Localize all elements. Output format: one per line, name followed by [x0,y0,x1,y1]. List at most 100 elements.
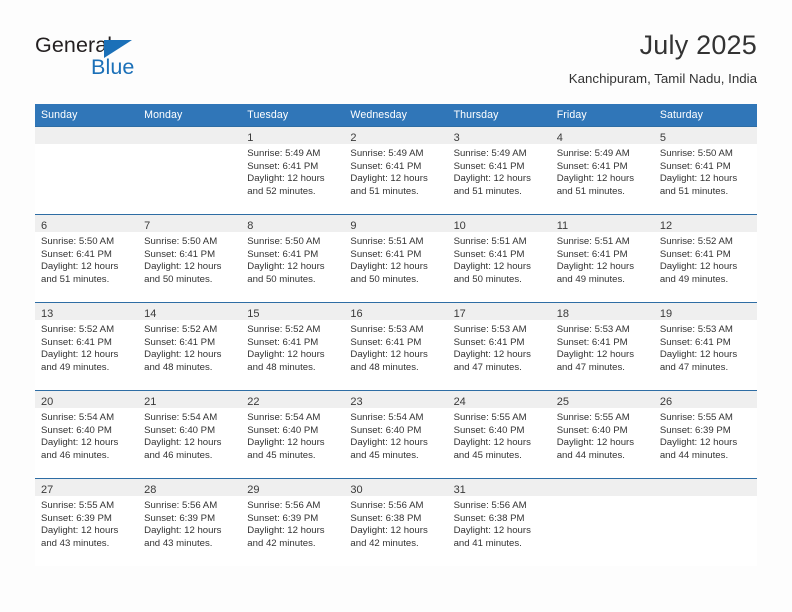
day-number-band: 25 [550,391,654,408]
day-cell-20[interactable]: 20 Sunrise: 5:54 AM Sunset: 6:40 PM Dayligh… [35,390,139,478]
sunrise-text: Sunrise: 5:49 AM [247,148,321,159]
day-number-band [35,127,139,144]
sunset-text: Sunset: 6:41 PM [144,336,216,348]
day-info [35,144,138,148]
day-number-band: 20 [35,391,139,408]
day-info: Sunrise: 5:56 AM Sunset: 6:38 PM Daylight:… [344,496,447,550]
day-cell-30[interactable]: 30 Sunrise: 5:56 AM Sunset: 6:38 PM Dayligh… [344,478,448,566]
day-cell-19[interactable]: 19 Sunrise: 5:53 AM Sunset: 6:41 PM Dayligh… [653,302,757,390]
daylight-text-line1: Daylight: 12 hours [556,437,635,449]
calendar-day-cell[interactable]: 25 Sunrise: 5:55 AM Sunset: 6:40 PM Dayligh… [550,390,654,478]
calendar-day-cell[interactable]: 7 Sunrise: 5:50 AM Sunset: 6:41 PM Daylight… [138,214,242,302]
sunrise-text: Sunrise: 5:54 AM [144,412,218,423]
calendar-day-cell[interactable]: 19 Sunrise: 5:53 AM Sunset: 6:41 PM Dayligh… [653,302,757,390]
calendar-day-cell[interactable]: 10 Sunrise: 5:51 AM Sunset: 6:41 PM Dayligh… [447,214,551,302]
sunrise-text: Sunrise: 5:55 AM [659,412,733,423]
calendar-day-cell[interactable]: 2 Sunrise: 5:49 AM Sunset: 6:41 PM Daylight… [344,126,448,214]
daylight-text-line2: and 49 minutes. [556,273,625,285]
day-info: Sunrise: 5:56 AM Sunset: 6:39 PM Daylight:… [241,496,344,550]
day-cell-13[interactable]: 13 Sunrise: 5:52 AM Sunset: 6:41 PM Dayligh… [35,302,139,390]
sunset-text: Sunset: 6:40 PM [453,424,525,436]
calendar-day-cell[interactable]: 20 Sunrise: 5:54 AM Sunset: 6:40 PM Dayligh… [35,390,139,478]
general-blue-logo[interactable]: General Blue [35,33,175,83]
day-cell-27[interactable]: 27 Sunrise: 5:55 AM Sunset: 6:39 PM Dayligh… [35,478,139,566]
day-cell-26[interactable]: 26 Sunrise: 5:55 AM Sunset: 6:39 PM Dayligh… [653,390,757,478]
calendar-day-cell[interactable]: 11 Sunrise: 5:51 AM Sunset: 6:41 PM Dayligh… [550,214,654,302]
calendar-day-cell[interactable]: 4 Sunrise: 5:49 AM Sunset: 6:41 PM Daylight… [550,126,654,214]
day-number: 9 [350,220,357,232]
calendar-day-cell[interactable]: 5 Sunrise: 5:50 AM Sunset: 6:41 PM Daylight… [653,126,757,214]
day-cell-31[interactable]: 31 Sunrise: 5:56 AM Sunset: 6:38 PM Dayligh… [447,478,551,566]
day-number: 16 [350,308,363,320]
daylight-text-line1: Daylight: 12 hours [350,349,428,361]
day-cell-18[interactable]: 18 Sunrise: 5:53 AM Sunset: 6:41 PM Dayligh… [550,302,654,390]
day-cell-4[interactable]: 4 Sunrise: 5:49 AM Sunset: 6:41 PM Daylight… [550,126,654,214]
calendar-day-cell[interactable]: 17 Sunrise: 5:53 AM Sunset: 6:41 PM Dayligh… [447,302,551,390]
day-cell-12[interactable]: 12 Sunrise: 5:52 AM Sunset: 6:41 PM Dayligh… [653,214,757,302]
calendar-day-cell[interactable]: 31 Sunrise: 5:56 AM Sunset: 6:38 PM Dayligh… [447,478,551,566]
day-cell-22[interactable]: 22 Sunrise: 5:54 AM Sunset: 6:40 PM Dayligh… [241,390,345,478]
day-cell-15[interactable]: 15 Sunrise: 5:52 AM Sunset: 6:41 PM Dayligh… [241,302,345,390]
day-number-band: 10 [447,215,551,232]
calendar-day-cell[interactable]: 18 Sunrise: 5:53 AM Sunset: 6:41 PM Dayligh… [550,302,654,390]
calendar-day-cell[interactable]: 12 Sunrise: 5:52 AM Sunset: 6:41 PM Dayligh… [653,214,757,302]
sunset-text: Sunset: 6:39 PM [659,424,731,436]
day-info: Sunrise: 5:55 AM Sunset: 6:40 PM Daylight:… [551,408,654,462]
day-number: 4 [556,132,563,144]
day-info: Sunrise: 5:49 AM Sunset: 6:41 PM Daylight:… [344,144,447,198]
calendar-day-cell[interactable]: 14 Sunrise: 5:52 AM Sunset: 6:41 PM Dayligh… [138,302,242,390]
daylight-text-line2: and 44 minutes. [659,449,729,461]
calendar-day-cell[interactable]: 21 Sunrise: 5:54 AM Sunset: 6:40 PM Dayligh… [138,390,242,478]
daylight-text-line2: and 45 minutes. [453,449,522,461]
day-cell-6[interactable]: 6 Sunrise: 5:50 AM Sunset: 6:41 PM Daylight… [35,214,139,302]
calendar-day-cell[interactable]: 9 Sunrise: 5:51 AM Sunset: 6:41 PM Daylight… [344,214,448,302]
day-cell-29[interactable]: 29 Sunrise: 5:56 AM Sunset: 6:39 PM Dayligh… [241,478,345,566]
calendar-day-cell[interactable]: 8 Sunrise: 5:50 AM Sunset: 6:41 PM Daylight… [241,214,345,302]
day-cell-14[interactable]: 14 Sunrise: 5:52 AM Sunset: 6:41 PM Dayligh… [138,302,242,390]
day-cell-24[interactable]: 24 Sunrise: 5:55 AM Sunset: 6:40 PM Dayligh… [447,390,551,478]
sunset-text: Sunset: 6:41 PM [350,248,422,260]
calendar-day-cell[interactable]: 24 Sunrise: 5:55 AM Sunset: 6:40 PM Dayligh… [447,390,551,478]
calendar-day-cell[interactable]: 26 Sunrise: 5:55 AM Sunset: 6:39 PM Dayligh… [653,390,757,478]
calendar-day-cell[interactable]: 22 Sunrise: 5:54 AM Sunset: 6:40 PM Dayligh… [241,390,345,478]
day-cell-23[interactable]: 23 Sunrise: 5:54 AM Sunset: 6:40 PM Dayligh… [344,390,448,478]
day-cell-3[interactable]: 3 Sunrise: 5:49 AM Sunset: 6:41 PM Daylight… [447,126,551,214]
day-cell-7[interactable]: 7 Sunrise: 5:50 AM Sunset: 6:41 PM Daylight… [138,214,242,302]
calendar-day-cell[interactable]: 28 Sunrise: 5:56 AM Sunset: 6:39 PM Dayligh… [138,478,242,566]
logo-text-blue: Blue [91,55,135,79]
day-cell-25[interactable]: 25 Sunrise: 5:55 AM Sunset: 6:40 PM Dayligh… [550,390,654,478]
day-number-band [550,479,654,496]
day-cell-16[interactable]: 16 Sunrise: 5:53 AM Sunset: 6:41 PM Dayligh… [344,302,448,390]
daylight-text-line2: and 47 minutes. [453,361,522,373]
calendar-day-cell[interactable]: 15 Sunrise: 5:52 AM Sunset: 6:41 PM Dayligh… [241,302,345,390]
sunrise-text: Sunrise: 5:52 AM [659,236,733,247]
day-cell-9[interactable]: 9 Sunrise: 5:51 AM Sunset: 6:41 PM Daylight… [344,214,448,302]
day-cell-17[interactable]: 17 Sunrise: 5:53 AM Sunset: 6:41 PM Dayligh… [447,302,551,390]
daylight-text-line2: and 47 minutes. [659,361,729,373]
day-cell-10[interactable]: 10 Sunrise: 5:51 AM Sunset: 6:41 PM Dayligh… [447,214,551,302]
day-info: Sunrise: 5:50 AM Sunset: 6:41 PM Daylight:… [35,232,138,286]
calendar-day-cell[interactable]: 29 Sunrise: 5:56 AM Sunset: 6:39 PM Dayligh… [241,478,345,566]
day-cell-8[interactable]: 8 Sunrise: 5:50 AM Sunset: 6:41 PM Daylight… [241,214,345,302]
weekday-header-sunday: Sunday [35,104,139,126]
day-cell-5[interactable]: 5 Sunrise: 5:50 AM Sunset: 6:41 PM Daylight… [653,126,757,214]
calendar-day-cell[interactable]: 23 Sunrise: 5:54 AM Sunset: 6:40 PM Dayligh… [344,390,448,478]
day-cell-21[interactable]: 21 Sunrise: 5:54 AM Sunset: 6:40 PM Dayligh… [138,390,242,478]
calendar-day-cell[interactable]: 30 Sunrise: 5:56 AM Sunset: 6:38 PM Dayligh… [344,478,448,566]
calendar-day-cell[interactable]: 16 Sunrise: 5:53 AM Sunset: 6:41 PM Dayligh… [344,302,448,390]
calendar-day-cell[interactable]: 13 Sunrise: 5:52 AM Sunset: 6:41 PM Dayligh… [35,302,139,390]
calendar-day-cell[interactable]: 6 Sunrise: 5:50 AM Sunset: 6:41 PM Daylight… [35,214,139,302]
sunrise-text: Sunrise: 5:49 AM [350,148,424,159]
day-cell-1[interactable]: 1 Sunrise: 5:49 AM Sunset: 6:41 PM Daylight… [241,126,345,214]
sunset-text: Sunset: 6:40 PM [247,424,319,436]
sunrise-text: Sunrise: 5:55 AM [556,412,630,423]
sunrise-text: Sunrise: 5:49 AM [453,148,527,159]
day-cell-11[interactable]: 11 Sunrise: 5:51 AM Sunset: 6:41 PM Dayligh… [550,214,654,302]
day-cell-28[interactable]: 28 Sunrise: 5:56 AM Sunset: 6:39 PM Dayligh… [138,478,242,566]
day-cell-empty [653,478,757,566]
calendar-day-cell[interactable]: 27 Sunrise: 5:55 AM Sunset: 6:39 PM Dayligh… [35,478,139,566]
daylight-text-line1: Daylight: 12 hours [453,525,531,537]
calendar-day-cell[interactable]: 1 Sunrise: 5:49 AM Sunset: 6:41 PM Daylight… [241,126,345,214]
day-cell-2[interactable]: 2 Sunrise: 5:49 AM Sunset: 6:41 PM Daylight… [344,126,448,214]
calendar-day-cell[interactable]: 3 Sunrise: 5:49 AM Sunset: 6:41 PM Daylight… [447,126,551,214]
